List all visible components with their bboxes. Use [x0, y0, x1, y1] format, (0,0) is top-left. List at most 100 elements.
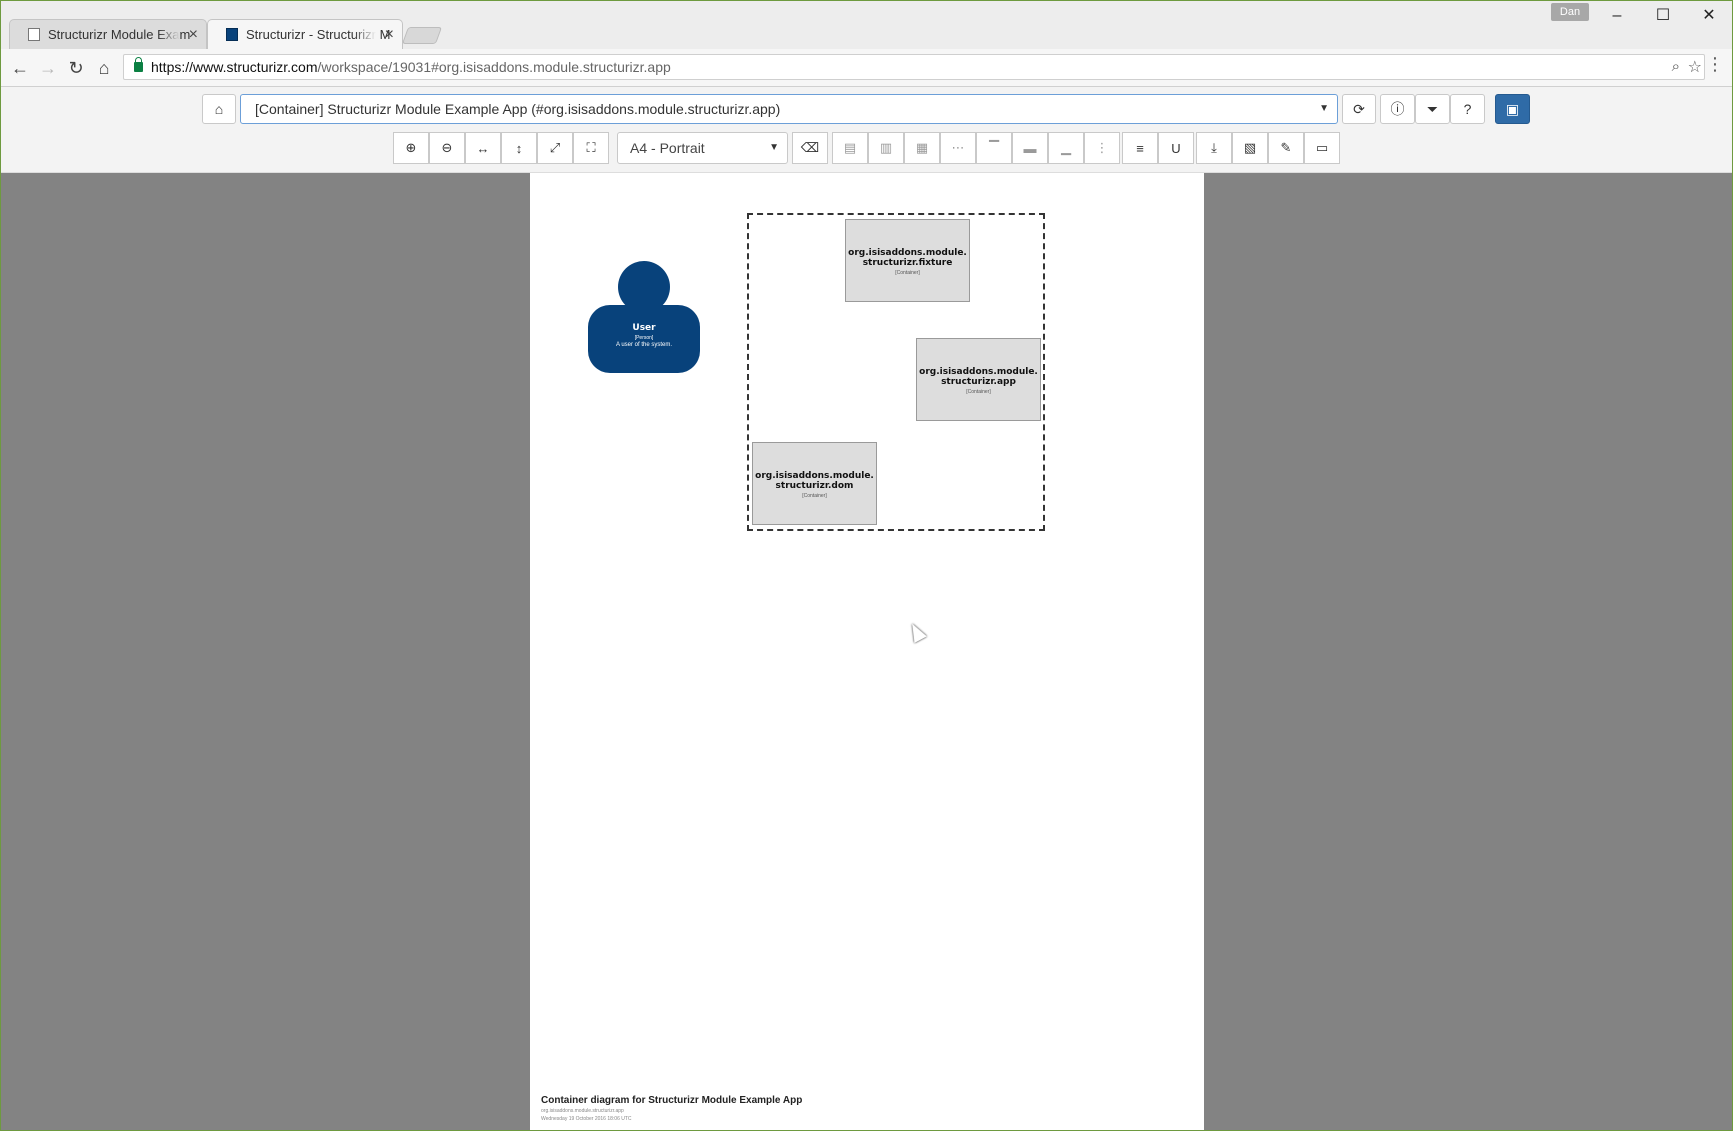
- tab-strip: Structurizr Module Exam × Structurizr - …: [1, 1, 1732, 49]
- align-top-icon: ▔: [989, 140, 999, 155]
- zoom-out-icon: ⊖: [441, 140, 453, 155]
- align-middle-icon: ▬: [1023, 140, 1037, 156]
- filter-icon: ⏷: [1426, 100, 1439, 117]
- fullscreen-icon: ⛶: [586, 140, 596, 155]
- browser-window: Structurizr Module Exam × Structurizr - …: [0, 0, 1733, 1131]
- kebab-menu-icon[interactable]: ⋮: [1706, 54, 1724, 75]
- container-fixture[interactable]: org.isisaddons.module.structurizr.fixtur…: [845, 219, 970, 302]
- attach-button[interactable]: ✎: [1268, 132, 1304, 164]
- align-right-button[interactable]: ▦: [904, 132, 940, 164]
- align-bottom-icon: ▁: [1061, 140, 1071, 155]
- reload-icon[interactable]: ↻: [62, 54, 90, 82]
- fullscreen-button[interactable]: ⛶: [573, 132, 609, 164]
- close-icon[interactable]: ×: [189, 26, 198, 44]
- diagram-toolbar: ⌂ [Container] Structurizr Module Example…: [1, 87, 1732, 173]
- zoom-in-button[interactable]: ⊕: [393, 132, 429, 164]
- diagram-view-select[interactable]: [Container] Structurizr Module Example A…: [240, 94, 1338, 124]
- diagram-key: org.isisaddons.module.structurizr.app: [541, 1108, 624, 1114]
- save-icon: ▣: [1505, 100, 1520, 117]
- export-image-button[interactable]: ▧: [1232, 132, 1268, 164]
- distribute-vertical-button[interactable]: ⋮: [1084, 132, 1120, 164]
- fit-page-button[interactable]: ⤢: [537, 132, 573, 164]
- align-center-icon: ▥: [879, 140, 893, 155]
- maximize-icon[interactable]: ☐: [1640, 3, 1686, 29]
- refresh-icon: ⟳: [1353, 100, 1365, 117]
- container-name: org.isisaddons.module.structurizr.fixtur…: [848, 248, 967, 268]
- container-type: [Container]: [802, 493, 827, 499]
- fit-height-button[interactable]: ↕: [501, 132, 537, 164]
- eraser-button[interactable]: ⌫: [792, 132, 828, 164]
- url-path: /workspace/19031#org.isisaddons.module.s…: [317, 59, 671, 75]
- paperclip-icon: ✎: [1280, 140, 1292, 155]
- container-app[interactable]: org.isisaddons.module.structurizr.app [C…: [916, 338, 1041, 421]
- container-type: [Container]: [966, 389, 991, 395]
- download-icon: ⤓: [1211, 140, 1217, 155]
- url-input[interactable]: https://www.structurizr.com/workspace/19…: [123, 54, 1705, 80]
- new-tab-button[interactable]: [401, 27, 443, 44]
- tab-fade: [354, 20, 376, 49]
- person-element[interactable]: User [Person] A user of the system.: [588, 261, 700, 385]
- tab-structurizr-module-example[interactable]: Structurizr Module Exam ×: [9, 19, 207, 49]
- info-button[interactable]: ⓘ: [1380, 94, 1415, 124]
- paper-size-select[interactable]: A4 - Portrait ▼: [617, 132, 788, 164]
- profile-badge[interactable]: Dan: [1551, 3, 1589, 21]
- star-icon[interactable]: ☆: [1688, 57, 1702, 77]
- tab-fade: [158, 20, 180, 49]
- chevron-down-icon: ▼: [769, 142, 779, 153]
- person-type: [Person]: [634, 335, 654, 341]
- image-icon: ▧: [1243, 140, 1257, 155]
- address-bar: ← → ↻ ⌂ https://www.structurizr.com/work…: [1, 49, 1732, 87]
- diagram-page[interactable]: User [Person] A user of the system. org.…: [530, 173, 1204, 1130]
- presentation-button[interactable]: ▭: [1304, 132, 1340, 164]
- presentation-icon: ▭: [1315, 140, 1329, 155]
- vertical-dots-icon: ⋮: [1095, 140, 1109, 155]
- center-diagram-button[interactable]: ≡: [1122, 132, 1158, 164]
- help-button[interactable]: ?: [1450, 94, 1485, 124]
- container-name: org.isisaddons.module.structurizr.dom: [755, 471, 874, 491]
- container-dom[interactable]: org.isisaddons.module.structurizr.dom [C…: [752, 442, 877, 525]
- paper-size-value: A4 - Portrait: [630, 140, 705, 156]
- align-bottom-button[interactable]: ▁: [1048, 132, 1084, 164]
- align-right-icon: ▦: [915, 140, 929, 155]
- expand-icon: ⤢: [549, 140, 561, 155]
- person-name: User: [632, 323, 656, 333]
- tab-structurizr-workspace[interactable]: Structurizr - Structurizr M ×: [207, 19, 403, 49]
- person-body-shape: User [Person] A user of the system.: [588, 305, 700, 373]
- minimize-icon[interactable]: –: [1594, 3, 1640, 29]
- chevron-down-icon: ▼: [1319, 103, 1329, 114]
- center-lines-icon: ≡: [1136, 140, 1144, 156]
- zoom-out-button[interactable]: ⊖: [429, 132, 465, 164]
- magnet-button[interactable]: U: [1158, 132, 1194, 164]
- horizontal-arrows-icon: ↔: [476, 140, 490, 156]
- home-icon[interactable]: ⌂: [90, 54, 118, 82]
- fit-width-button[interactable]: ↔: [465, 132, 501, 164]
- horizontal-dots-icon: ⋯: [951, 140, 965, 155]
- structurizr-icon: [226, 28, 238, 41]
- help-icon: ?: [1463, 101, 1472, 117]
- refresh-button[interactable]: ⟳: [1342, 94, 1376, 124]
- align-top-button[interactable]: ▔: [976, 132, 1012, 164]
- arrow-right-icon[interactable]: →: [34, 54, 62, 82]
- save-button[interactable]: ▣: [1495, 94, 1530, 124]
- align-center-button[interactable]: ▥: [868, 132, 904, 164]
- distribute-horizontal-button[interactable]: ⋯: [940, 132, 976, 164]
- download-button[interactable]: ⤓: [1196, 132, 1232, 164]
- diagram-title: Container diagram for Structurizr Module…: [541, 1095, 803, 1106]
- magnifier-icon[interactable]: ⌕: [1672, 58, 1680, 75]
- lock-icon: [134, 57, 143, 72]
- align-left-button[interactable]: ▤: [832, 132, 868, 164]
- view-select-value: [Container] Structurizr Module Example A…: [255, 101, 781, 117]
- filter-button[interactable]: ⏷: [1415, 94, 1450, 124]
- home-button[interactable]: ⌂: [202, 94, 236, 124]
- url-host: https://www.structurizr.com: [151, 59, 318, 75]
- align-left-icon: ▤: [843, 140, 857, 155]
- eraser-icon: ⌫: [800, 140, 820, 155]
- arrow-left-icon[interactable]: ←: [6, 54, 34, 82]
- align-middle-button[interactable]: ▬: [1012, 132, 1048, 164]
- info-icon: ⓘ: [1390, 101, 1405, 117]
- diagram-date: Wednesday 19 October 2016 18:06 UTC: [541, 1116, 632, 1122]
- diagram-canvas[interactable]: User [Person] A user of the system. org.…: [1, 173, 1732, 1130]
- vertical-arrows-icon: ↕: [515, 140, 523, 156]
- close-window-icon[interactable]: ✕: [1686, 3, 1732, 29]
- close-icon[interactable]: ×: [385, 26, 394, 44]
